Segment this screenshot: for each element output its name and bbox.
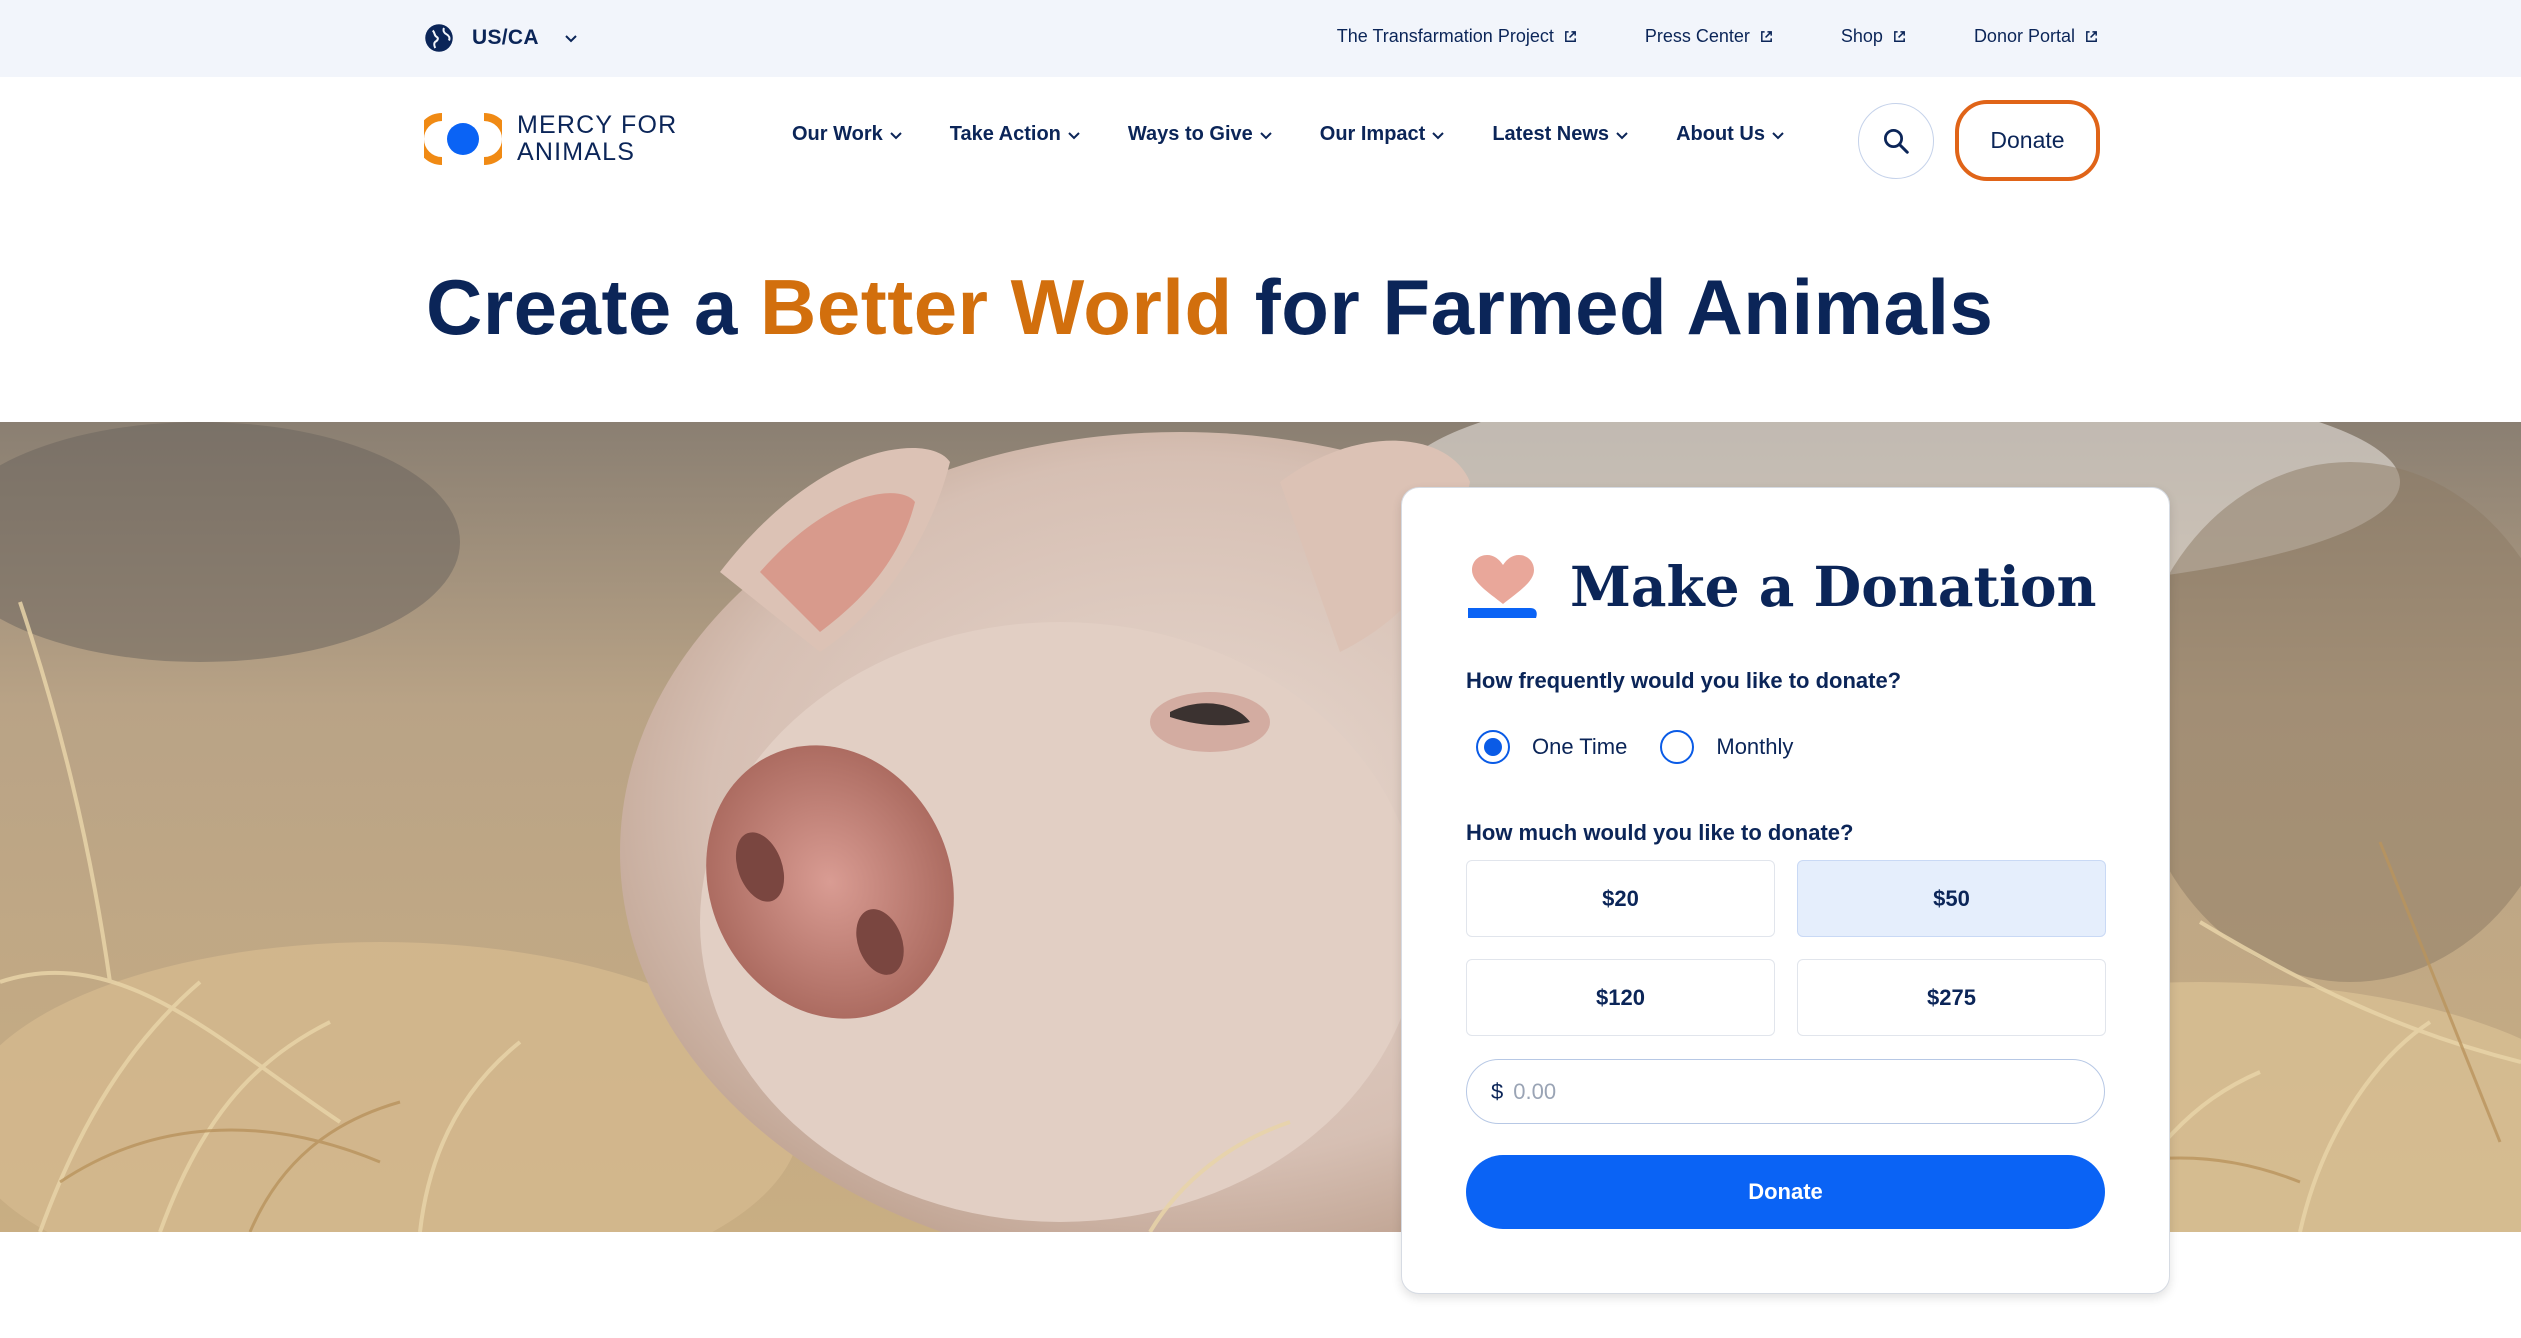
external-link-icon xyxy=(1564,31,1576,42)
nav-our-work[interactable]: Our Work xyxy=(792,123,903,146)
amount-button-50[interactable]: $50 xyxy=(1797,860,2106,937)
radio-one-time[interactable] xyxy=(1476,730,1510,764)
nav-label: Latest News xyxy=(1492,123,1610,145)
custom-amount-field[interactable]: $ xyxy=(1466,1059,2105,1124)
chevron-down-icon xyxy=(1616,131,1628,139)
region-selector[interactable]: US/CA xyxy=(424,20,579,56)
headline-accent: Better World xyxy=(760,263,1233,351)
chevron-down-icon xyxy=(1432,131,1445,139)
nav-label: About Us xyxy=(1676,123,1765,145)
nav-ways-to-give[interactable]: Ways to Give xyxy=(1128,123,1273,146)
amount-button-120[interactable]: $120 xyxy=(1466,959,1775,1036)
amount-button-20[interactable]: $20 xyxy=(1466,860,1775,937)
nav-our-impact[interactable]: Our Impact xyxy=(1320,123,1446,146)
search-button[interactable] xyxy=(1858,103,1934,179)
radio-selected-dot xyxy=(1484,738,1502,756)
currency-symbol: $ xyxy=(1491,1078,1504,1104)
header-donate-button[interactable]: Donate xyxy=(1955,100,2100,181)
donation-title: Make a Donation xyxy=(1570,554,2097,619)
utility-bar: US/CA The Transfarmation Project Press C… xyxy=(0,0,2521,77)
frequency-question: How frequently would you like to donate? xyxy=(1466,668,1902,693)
frequency-monthly[interactable]: Monthly xyxy=(1660,730,1793,764)
search-icon xyxy=(1884,129,1909,154)
logo-line-2: ANIMALS xyxy=(517,138,636,166)
amount-button-275[interactable]: $275 xyxy=(1797,959,2106,1036)
globe-icon xyxy=(425,24,453,52)
region-label: US/CA xyxy=(472,26,539,49)
chevron-down-icon xyxy=(890,131,902,139)
logo-line-1: MERCY FOR xyxy=(517,111,678,139)
donate-submit-button[interactable]: Donate xyxy=(1466,1155,2105,1229)
radio-label: One Time xyxy=(1532,734,1628,759)
link-label: Shop xyxy=(1840,26,1883,46)
logo[interactable]: MERCY FOR ANIMALS xyxy=(424,112,677,166)
nav-label: Our Work xyxy=(792,123,883,145)
nav-take-action[interactable]: Take Action xyxy=(950,123,1081,146)
nav-label: Take Action xyxy=(949,123,1061,145)
amount-question: How much would you like to donate? xyxy=(1466,820,1854,845)
radio-label: Monthly xyxy=(1716,734,1794,759)
main-nav: Our Work Take Action Ways to Give Our Im… xyxy=(792,123,1785,146)
heart-hand-icon xyxy=(1468,555,1537,618)
link-press-center[interactable]: Press Center xyxy=(1645,26,1774,47)
external-link-icon xyxy=(2086,31,2097,42)
chevron-down-icon xyxy=(565,35,577,43)
custom-amount-input[interactable] xyxy=(1513,1078,2074,1105)
utility-links: The Transfarmation Project Press Center … xyxy=(1337,26,2099,47)
nav-about-us[interactable]: About Us xyxy=(1676,123,1785,146)
chevron-down-icon xyxy=(1260,131,1272,139)
radio-monthly[interactable] xyxy=(1660,730,1695,764)
link-donor-portal[interactable]: Donor Portal xyxy=(1974,26,2099,47)
link-label: The Transfarmation Project xyxy=(1336,26,1554,46)
link-shop[interactable]: Shop xyxy=(1841,26,1907,47)
logo-mark-icon xyxy=(424,113,502,165)
external-link-icon xyxy=(1894,31,1905,42)
main-header: MERCY FOR ANIMALS Our Work Take Action W… xyxy=(0,77,2521,201)
logo-text: MERCY FOR ANIMALS xyxy=(517,112,677,166)
donation-card: Make a Donation How frequently would you… xyxy=(1401,487,2170,1294)
frequency-options: One Time Monthly xyxy=(1476,730,1826,764)
nav-label: Ways to Give xyxy=(1127,123,1253,145)
link-label: Donor Portal xyxy=(1973,26,2075,46)
headline-start: Create a xyxy=(426,263,761,351)
headline-end: for Farmed Animals xyxy=(1232,263,1994,351)
amount-grid: $20 $50 $120 $275 xyxy=(1466,860,2106,1036)
frequency-one-time[interactable]: One Time xyxy=(1476,730,1627,764)
link-transfarmation-project[interactable]: The Transfarmation Project xyxy=(1337,26,1578,47)
nav-label: Our Impact xyxy=(1319,123,1426,145)
external-link-icon xyxy=(1760,31,1772,42)
chevron-down-icon xyxy=(1068,131,1080,139)
link-label: Press Center xyxy=(1644,26,1750,46)
chevron-down-icon xyxy=(1772,131,1784,139)
nav-latest-news[interactable]: Latest News xyxy=(1492,123,1629,146)
page-headline: Create a Better World for Farmed Animals xyxy=(426,262,1993,353)
